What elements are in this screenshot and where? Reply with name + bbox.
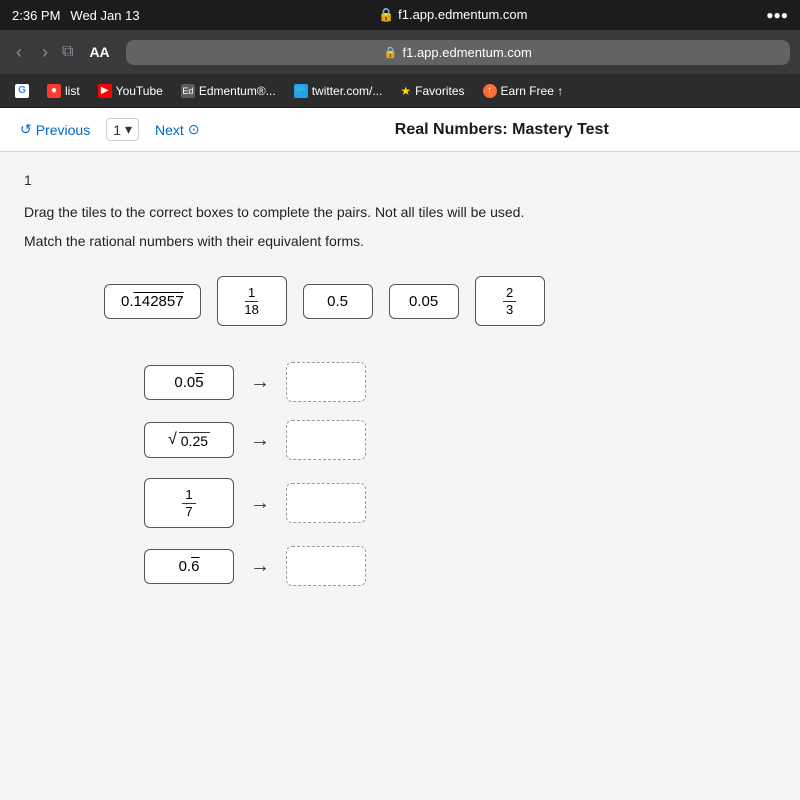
bookmark-google[interactable]: G xyxy=(8,81,36,101)
question-number: 1 xyxy=(24,172,776,188)
tile-decimal-005[interactable]: 0.05 xyxy=(389,284,459,319)
bookmark-list[interactable]: ● list xyxy=(40,81,87,101)
twitter-icon: 🐦 xyxy=(294,84,308,98)
status-left: 2:36 PM Wed Jan 13 xyxy=(12,8,140,23)
google-icon: G xyxy=(15,84,29,98)
tile-value-1: 0.142857 xyxy=(121,293,184,310)
source-label-3: 1 7 xyxy=(182,487,195,519)
next-label: Next xyxy=(155,122,184,138)
status-url: 🔒 f1.app.edmentum.com xyxy=(378,7,527,23)
match-target-4[interactable] xyxy=(286,546,366,586)
match-row-4: 0.6 → xyxy=(144,546,776,586)
tile-value-4: 0.05 xyxy=(409,293,438,310)
match-target-3[interactable] xyxy=(286,483,366,523)
edmentum-icon: Ed xyxy=(181,84,195,98)
earnfree-icon: ↑ xyxy=(483,84,497,98)
sqrt-symbol: √ xyxy=(168,431,177,449)
tiles-row: 0.142857 1 18 0.5 0.05 2 3 xyxy=(24,276,776,326)
reader-button[interactable]: AA xyxy=(81,42,117,62)
status-time: 2:36 PM xyxy=(12,8,60,23)
bookmark-earnfree[interactable]: ↑ Earn Free ↑ xyxy=(476,81,571,101)
status-bar: 2:36 PM Wed Jan 13 🔒 f1.app.edmentum.com… xyxy=(0,0,800,30)
match-target-1[interactable] xyxy=(286,362,366,402)
status-date: Wed Jan 13 xyxy=(70,8,139,23)
url-display: f1.app.edmentum.com xyxy=(403,45,532,60)
match-source-4: 0.6 xyxy=(144,549,234,584)
address-bar[interactable]: 🔒 f1.app.edmentum.com xyxy=(126,40,790,65)
bookmark-edmentum-label: Edmentum®... xyxy=(199,84,276,98)
nav-bar: ↺ Previous 1 ▾ Next ⊙ Real Numbers: Mast… xyxy=(0,108,800,152)
bookmark-twitter-label: twitter.com/... xyxy=(312,84,383,98)
youtube-icon: ▶ xyxy=(98,84,112,98)
tile-decimal-05[interactable]: 0.5 xyxy=(303,284,373,319)
match-source-2: √ 0.25 xyxy=(144,422,234,458)
list-icon: ● xyxy=(47,84,61,98)
bookmark-earnfree-label: Earn Free ↑ xyxy=(501,84,564,98)
bookmark-youtube[interactable]: ▶ YouTube xyxy=(91,81,170,101)
prev-button[interactable]: ↺ Previous xyxy=(12,117,98,142)
arrow-4: → xyxy=(250,555,270,578)
back-button[interactable]: ‹ xyxy=(10,40,28,65)
arrow-1: → xyxy=(250,371,270,394)
bookmark-edmentum[interactable]: Ed Edmentum®... xyxy=(174,81,283,101)
lock-icon: 🔒 xyxy=(384,46,398,59)
match-row-2: √ 0.25 → xyxy=(144,420,776,460)
page-number: 1 xyxy=(113,122,121,138)
match-source-3: 1 7 xyxy=(144,478,234,528)
arrow-2: → xyxy=(250,429,270,452)
page-indicator[interactable]: 1 ▾ xyxy=(106,118,139,141)
bookmarks-bar: G ● list ▶ YouTube Ed Edmentum®... 🐦 twi… xyxy=(0,74,800,108)
page-title: Real Numbers: Mastery Test xyxy=(216,121,788,139)
browser-chrome: ‹ › ⧉ AA 🔒 f1.app.edmentum.com xyxy=(0,30,800,74)
tile-fraction-1-18[interactable]: 1 18 xyxy=(217,276,287,326)
match-target-2[interactable] xyxy=(286,420,366,460)
next-button[interactable]: Next ⊙ xyxy=(147,117,208,142)
tile-value-5: 2 3 xyxy=(503,285,516,317)
tile-decimal-repeating[interactable]: 0.142857 xyxy=(104,284,201,319)
source-label-2: √ 0.25 xyxy=(168,431,210,449)
bookmark-favorites[interactable]: ★ Favorites xyxy=(393,81,471,101)
bookmark-list-label: list xyxy=(65,84,80,98)
prev-icon: ↺ xyxy=(20,121,32,138)
instruction-2: Match the rational numbers with their eq… xyxy=(24,231,776,252)
tile-value-3: 0.5 xyxy=(327,293,348,310)
tile-fraction-2-3[interactable]: 2 3 xyxy=(475,276,545,326)
star-icon: ★ xyxy=(400,84,411,98)
arrow-3: → xyxy=(250,492,270,515)
source-label-1: 0.05 xyxy=(174,374,203,391)
tile-value-2: 1 18 xyxy=(241,285,261,317)
bookmark-youtube-label: YouTube xyxy=(116,84,163,98)
chevron-down-icon: ▾ xyxy=(125,121,132,138)
forward-button[interactable]: › xyxy=(36,40,54,65)
sqrt-radicand: 0.25 xyxy=(179,432,210,449)
tab-view-button[interactable]: ⧉ xyxy=(62,43,73,61)
instruction-1: Drag the tiles to the correct boxes to c… xyxy=(24,202,776,223)
source-label-4: 0.6 xyxy=(179,558,200,575)
main-content: 1 Drag the tiles to the correct boxes to… xyxy=(0,152,800,800)
bookmark-favorites-label: Favorites xyxy=(415,84,464,98)
match-row-3: 1 7 → xyxy=(144,478,776,528)
match-row-1: 0.05 → xyxy=(144,362,776,402)
next-icon: ⊙ xyxy=(188,121,200,138)
battery-signal: ●●● xyxy=(766,8,788,22)
match-source-1: 0.05 xyxy=(144,365,234,400)
matching-section: 0.05 → √ 0.25 → 1 7 → xyxy=(24,362,776,586)
bookmark-twitter[interactable]: 🐦 twitter.com/... xyxy=(287,81,390,101)
prev-label: Previous xyxy=(36,122,90,138)
